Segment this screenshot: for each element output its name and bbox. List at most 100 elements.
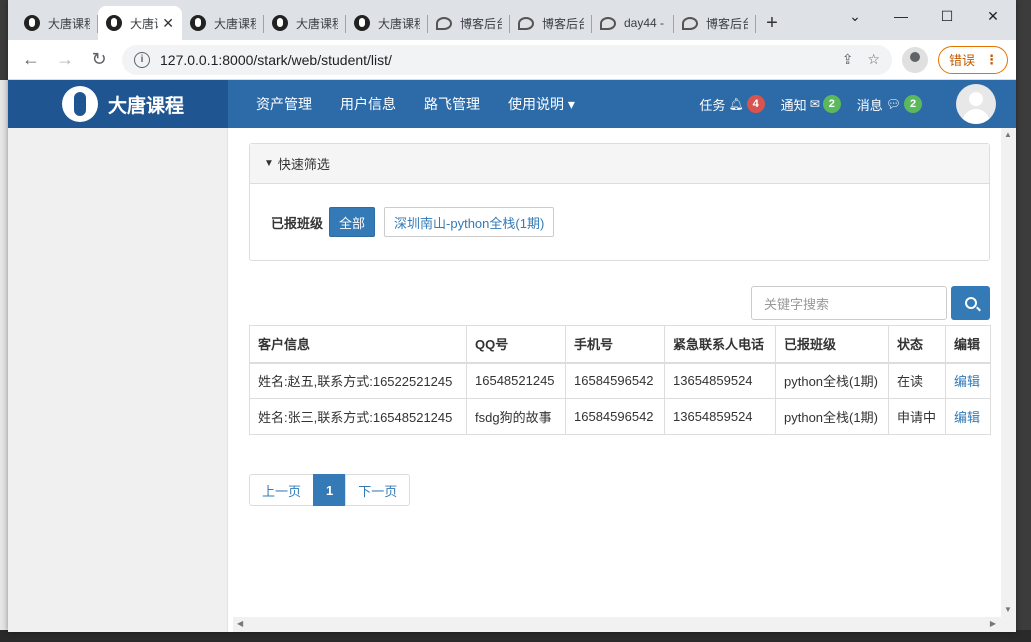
sidebar [8, 128, 228, 632]
table-cell: 在读 [888, 362, 946, 399]
search-icon [964, 297, 977, 309]
table-cell: python全栈(1期) [775, 398, 889, 435]
browser-tab[interactable]: 大唐课程 [346, 6, 428, 40]
forward-button[interactable]: → [50, 45, 80, 75]
more-menu-icon: ⋮ [985, 51, 998, 67]
swirl-icon [518, 16, 534, 30]
panel-body: 已报班级 全部 深圳南山-python全栈(1期) [250, 184, 989, 237]
quick-filter-panel: ▼ 快速筛选 已报班级 全部 深圳南山-python全栈(1期) [249, 143, 990, 261]
caret-down-icon: ▾ [567, 96, 575, 112]
close-icon[interactable]: ✕ [162, 15, 174, 32]
table-cell: fsdg狗的故事 [466, 398, 566, 435]
share-icon[interactable]: ⇪ [842, 51, 854, 68]
browser-tab[interactable]: 博客后台 [428, 6, 510, 40]
url-text[interactable]: 127.0.0.1:8000/stark/web/student/list/ [160, 52, 828, 68]
column-header: 已报班级 [775, 325, 889, 364]
back-button[interactable]: ← [16, 45, 46, 75]
scroll-right-icon[interactable]: ▶ [990, 619, 996, 628]
table-cell: 编辑 [945, 398, 991, 435]
prev-page-button[interactable]: 上一页 [249, 474, 315, 506]
edit-link[interactable]: 编辑 [954, 410, 980, 425]
browser-window: 大唐课程 大唐课程✕ 大唐课程 大唐课程 大唐课程 博客后台 博客后台 day4… [8, 0, 1016, 632]
column-header: 手机号 [565, 325, 665, 364]
profile-icon[interactable] [901, 46, 928, 73]
person-icon [272, 15, 288, 31]
table-cell: 申请中 [888, 398, 946, 435]
filter-icon: ▼ [264, 158, 274, 169]
tab-strip: 大唐课程 大唐课程✕ 大唐课程 大唐课程 大唐课程 博客后台 博客后台 day4… [8, 0, 1016, 40]
table-row: 姓名:张三,联系方式:16548521245 fsdg狗的故事 16584596… [249, 398, 991, 435]
person-icon [190, 15, 206, 31]
scroll-up-icon[interactable]: ▲ [1004, 130, 1012, 139]
tab-search-icon[interactable]: ⌄ [832, 0, 878, 32]
avatar[interactable] [956, 84, 996, 124]
notices-badge: 2 [822, 95, 841, 113]
messages-link[interactable]: 消息 💬︎ 2 [857, 95, 922, 114]
tasks-badge: 4 [746, 95, 765, 113]
student-table: 客户信息 QQ号 手机号 紧急联系人电话 已报班级 状态 编辑 姓名:赵五,联系… [249, 325, 991, 435]
site-navbar: 大唐课程 资产管理 用户信息 路飞管理 使用说明 ▾ 任务 🔔︎ 4 通知 ✉ 2 消息… [8, 80, 1016, 128]
table-cell: 16584596542 [565, 362, 665, 399]
search-button[interactable] [951, 286, 990, 320]
horizontal-scrollbar[interactable]: ◀ ▶ [233, 617, 1016, 632]
filter-option-all[interactable]: 全部 [329, 207, 376, 237]
reload-button[interactable]: ↻ [84, 45, 114, 75]
menu-item-luffy[interactable]: 路飞管理 [410, 94, 494, 114]
scroll-down-icon[interactable]: ▼ [1004, 605, 1012, 614]
panel-title: 快速筛选 [277, 157, 330, 172]
messages-badge: 2 [904, 95, 922, 113]
swirl-icon [436, 16, 452, 30]
notices-link[interactable]: 通知 ✉ 2 [781, 95, 841, 114]
envelope-icon: ✉ [809, 97, 820, 111]
table-cell: 16584596542 [565, 398, 665, 435]
logo-icon [62, 86, 98, 122]
info-icon[interactable]: i [134, 51, 150, 68]
brand-title: 大唐课程 [108, 95, 185, 117]
search-input[interactable]: 关键字搜索 [751, 286, 947, 320]
minimize-button[interactable]: — [878, 0, 924, 32]
browser-tab[interactable]: 博客后台 [674, 6, 756, 40]
table-cell: 姓名:张三,联系方式:16548521245 [249, 398, 467, 435]
star-icon[interactable]: ☆ [867, 51, 880, 68]
filter-label: 已报班级 [271, 215, 324, 231]
browser-tab[interactable]: 大唐课程 [16, 6, 98, 40]
main-content: ▼ 快速筛选 已报班级 全部 深圳南山-python全栈(1期) 关键字搜索 客… [233, 128, 1001, 632]
browser-tab[interactable]: 博客后台 [510, 6, 592, 40]
bell-icon: 🔔︎ [728, 97, 744, 111]
menu-item-users[interactable]: 用户信息 [326, 94, 410, 114]
edit-link[interactable]: 编辑 [954, 374, 980, 389]
person-icon [354, 15, 370, 31]
browser-tab[interactable]: 大唐课程 [182, 6, 264, 40]
navbar-right: 任务 🔔︎ 4 通知 ✉ 2 消息 💬︎ 2 [683, 84, 996, 124]
table-cell: 姓名:赵五,联系方式:16522521245 [249, 362, 467, 399]
new-tab-button[interactable]: + [756, 6, 788, 40]
next-page-button[interactable]: 下一页 [345, 474, 411, 506]
table-cell: 16548521245 [466, 362, 566, 399]
current-page[interactable]: 1 [313, 474, 347, 506]
filter-option-class[interactable]: 深圳南山-python全栈(1期) [384, 207, 555, 237]
column-header: 紧急联系人电话 [664, 325, 776, 364]
browser-tab[interactable]: day44 - [592, 6, 674, 40]
browser-tab[interactable]: 大唐课程 [264, 6, 346, 40]
close-window-button[interactable]: ✕ [970, 0, 1016, 32]
error-button[interactable]: 错误 ⋮ [937, 45, 1008, 74]
comment-icon: 💬︎ [885, 97, 901, 111]
maximize-button[interactable]: ☐ [924, 0, 970, 32]
table-row: 姓名:赵五,联系方式:16522521245 16548521245 16584… [249, 362, 991, 399]
top-menu: 资产管理 用户信息 路飞管理 使用说明 ▾ [242, 94, 589, 114]
table-cell: 13654859524 [664, 362, 776, 399]
menu-item-assets[interactable]: 资产管理 [242, 94, 326, 114]
scroll-left-icon[interactable]: ◀ [237, 619, 243, 628]
tasks-link[interactable]: 任务 🔔︎ 4 [699, 95, 765, 114]
pagination: 上一页 1 下一页 [249, 474, 411, 506]
address-bar[interactable]: i 127.0.0.1:8000/stark/web/student/list/… [122, 44, 892, 75]
browser-toolbar: ← → ↻ i 127.0.0.1:8000/stark/web/student… [8, 40, 1016, 80]
table-header-row: 客户信息 QQ号 手机号 紧急联系人电话 已报班级 状态 编辑 [249, 325, 991, 364]
menu-item-help[interactable]: 使用说明 ▾ [494, 94, 589, 114]
vertical-scrollbar[interactable]: ▲ ▼ [1001, 128, 1016, 632]
web-page: 大唐课程 资产管理 用户信息 路飞管理 使用说明 ▾ 任务 🔔︎ 4 通知 ✉ 2 消息… [8, 80, 1016, 632]
person-icon [106, 15, 122, 31]
browser-tab-active[interactable]: 大唐课程✕ [98, 6, 182, 40]
brand[interactable]: 大唐课程 [8, 80, 228, 128]
person-icon [24, 15, 40, 31]
